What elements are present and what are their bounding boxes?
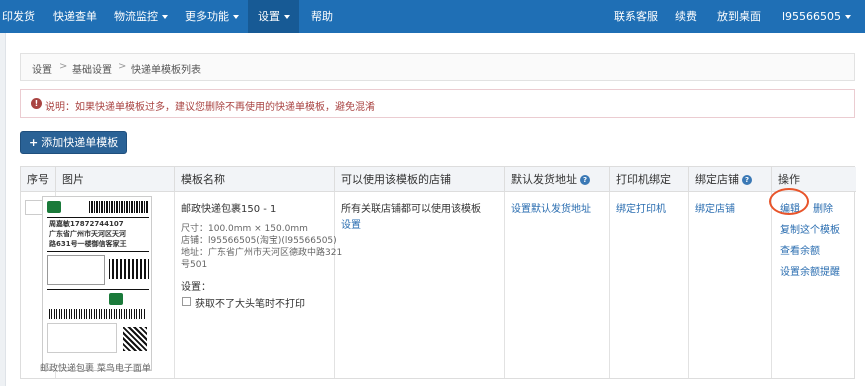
settings-label: 设置： [181,282,211,293]
shops-text: 所有关联店铺都可以使用该模板 [341,204,481,215]
nav-logistics-monitor-label: 物流监控 [114,10,158,23]
nav-print-ship[interactable]: 印发货 [0,0,39,33]
help-icon[interactable]: ? [742,175,752,185]
qr-code-icon [123,327,147,351]
header-shops: 可以使用该模板的店铺 [335,167,505,192]
table-row-2 [20,378,855,386]
divider [47,217,149,218]
breadcrumb-separator: > [118,61,127,72]
nav-username: l95566505 [782,10,842,23]
label-receiver-address-2: 路631号一楼御信客家王 [49,240,127,248]
left-sidebar-edge [0,33,6,386]
cell-template-name: 邮政快递包裹150 - 1 尺寸：100.0mm × 150.0mm 店铺：l9… [175,192,342,382]
notice-text: 说明：如果快递单模板过多，建议您删除不再使用的快递单模板，避免混淆 [45,102,375,113]
label-sender-box [47,255,105,285]
template-preview-image: 周嘉敏17872744107 广东省广州市天河区天河 路631号一楼御信客家王 [42,196,152,371]
chevron-down-icon [284,15,290,19]
top-nav: 印发货 快递查单 物流监控 更多功能 设置 帮助 联系客服 续费 放到桌面 l9… [0,0,865,33]
bind-shop-link[interactable]: 绑定店铺 [695,200,735,215]
nav-settings-label: 设置 [258,10,280,23]
barcode-icon [89,201,149,213]
header-index: 序号 [21,167,56,192]
notice-box: ! 说明：如果快递单模板过多，建议您删除不再使用的快递单模板，避免混淆 [20,89,855,118]
header-printer: 打印机绑定 [610,167,689,192]
nav-more-features[interactable]: 更多功能 [177,0,247,33]
header-bind-shop-label: 绑定店铺 [695,173,739,186]
cell-shops: 所有关联店铺都可以使用该模板 设置 [335,192,505,382]
nav-logistics-monitor[interactable]: 物流监控 [106,0,176,33]
label-receiver-address: 广东省广州市天河区天河 [49,230,126,238]
breadcrumb-separator: > [59,61,68,72]
copy-template-link[interactable]: 复制这个模板 [780,221,840,236]
breadcrumb-settings[interactable]: 设置 [32,61,52,76]
nav-renew[interactable]: 续费 [667,0,705,33]
edit-highlight-circle [769,188,809,215]
add-template-button[interactable]: + 添加快递单模板 [20,131,127,154]
breadcrumb-basic-settings[interactable]: 基础设置 [72,61,112,76]
nav-more-features-label: 更多功能 [185,10,229,23]
help-icon[interactable]: ? [580,175,590,185]
info-icon: ! [31,98,42,109]
nav-settings[interactable]: 设置 [248,0,299,33]
set-default-address-link[interactable]: 设置默认发货地址 [511,200,591,215]
barcode-icon [109,259,149,279]
cell-bind-shop: 绑定店铺 [689,192,772,382]
header-default-address-label: 默认发货地址 [511,173,577,186]
header-template-name: 模板名称 [175,167,335,192]
label-receiver-name: 周嘉敏17872744107 [49,220,124,228]
header-image: 图片 [56,167,175,192]
plus-icon: + [29,136,39,149]
header-bind-shop: 绑定店铺? [689,167,772,192]
cell-default-address: 设置默认发货地址 [505,192,610,382]
divider [47,251,149,252]
add-template-label: 添加快递单模板 [41,136,119,149]
template-address-2: 号501 [181,260,208,270]
breadcrumb: 设置 > 基础设置 > 快递单模板列表 [20,53,855,81]
nav-pin-desktop[interactable]: 放到桌面 [709,0,769,33]
label-info-box [47,323,117,353]
balance-alert-link[interactable]: 设置余额提醒 [780,263,840,278]
nav-user-menu[interactable]: l95566505 [776,0,857,33]
header-default-address: 默认发货地址? [505,167,610,192]
cell-actions: 编辑 删除 复制这个模板 查看余额 设置余额提醒 [772,192,856,382]
image-caption: 邮政快递包裹 菜鸟电子面单 [40,364,151,374]
nav-help[interactable]: 帮助 [303,0,341,33]
post-logo-icon [47,201,61,213]
post-logo-icon [109,293,123,305]
nav-express-query[interactable]: 快递查单 [45,0,105,33]
chevron-down-icon [162,15,168,19]
shops-set-link[interactable]: 设置 [341,216,361,231]
delete-link[interactable]: 删除 [813,200,833,215]
settings-option-label: 获取不了大头笔时不打印 [195,299,305,310]
cell-printer: 绑定打印机 [610,192,689,382]
chevron-down-icon [233,15,239,19]
barcode-icon [49,309,145,319]
template-name: 邮政快递包裹150 - 1 [181,204,277,215]
settings-checkbox[interactable] [182,297,191,306]
chevron-down-icon [845,15,852,19]
divider [47,289,149,290]
bind-printer-link[interactable]: 绑定打印机 [616,200,666,215]
breadcrumb-current: 快递单模板列表 [131,65,201,76]
check-balance-link[interactable]: 查看余额 [780,242,820,257]
nav-contact-support[interactable]: 联系客服 [606,0,666,33]
